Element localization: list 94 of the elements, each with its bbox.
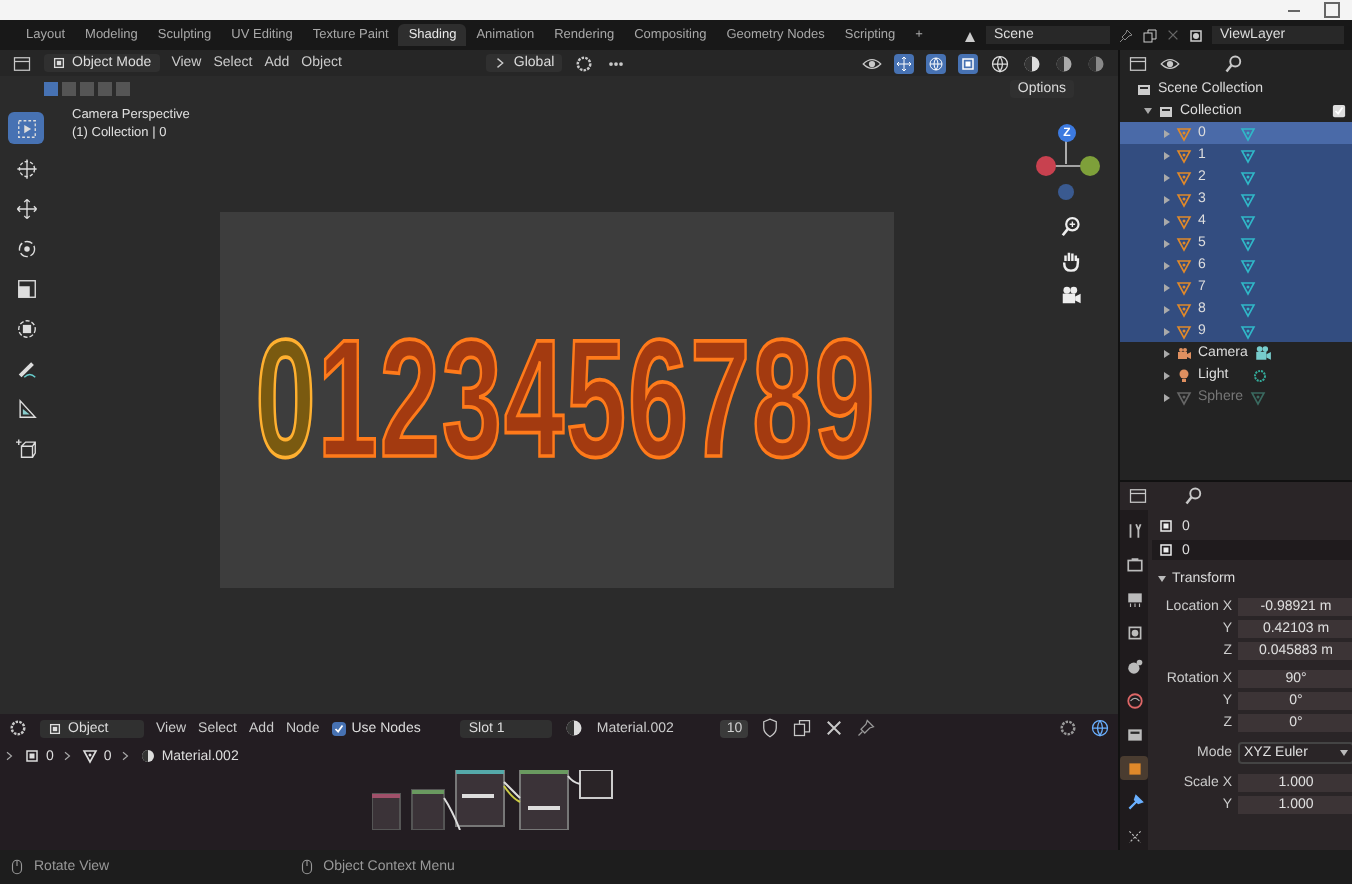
rotate-icon [15,237,37,259]
fake-user-icon [760,718,781,738]
tool-icon [1125,521,1143,539]
chevron-icon [4,750,16,762]
mesh-icon [1176,213,1192,229]
mesh-data-icon [1240,279,1256,295]
object-icon [52,56,66,70]
scale-icon [15,277,37,299]
select-tool[interactable] [8,112,44,144]
collection-icon [1136,81,1152,97]
duplicate-icon [792,718,813,738]
expand-arrow[interactable] [1144,108,1152,114]
object-icon [1125,759,1143,777]
mesh-icon [1176,125,1192,141]
mesh-data-icon [1240,235,1256,251]
mesh-data-icon [1240,125,1256,141]
zoom-icon [1059,216,1081,238]
mesh-data-icon [1240,147,1256,163]
light-icon [1176,367,1192,383]
view-layer-icon [1125,623,1143,641]
wireframe-shading-icon [990,53,1010,73]
pivot-icon [574,53,595,73]
material-shading-icon [1054,53,1074,73]
chevron-icon [61,750,74,762]
mesh-icon [1176,147,1192,163]
overlay-icon [1090,718,1110,738]
chevron-icon [119,750,132,762]
search-icon [1224,54,1244,74]
check-icon [331,721,346,735]
scene-icon [1125,657,1143,675]
collection-icon [1125,725,1143,743]
mouse-icon [297,858,316,876]
camera-data-icon [1253,344,1272,362]
mesh-data-icon [1249,389,1266,405]
pin-icon [1118,27,1134,43]
search-icon [1184,486,1204,506]
filter-icon [1160,54,1180,74]
object-icon [48,721,62,735]
close-icon [824,718,845,738]
mesh-icon [1176,279,1192,295]
gizmo-toggle[interactable] [894,53,914,73]
mesh-icon [1176,323,1192,339]
render-icon [1125,555,1143,573]
solid-shading-icon [1022,53,1042,73]
gizmo-icon [896,55,912,71]
mesh-data-icon [1240,323,1256,339]
mesh-icon [1176,389,1192,405]
modifier-icon [1125,793,1143,811]
mesh-data-icon [1240,301,1256,317]
select-icon [15,117,37,139]
mesh-icon [1176,301,1192,317]
mesh-icon [1176,257,1192,273]
maximize-button[interactable] [1324,2,1340,18]
hand-icon [1059,250,1081,272]
object-icon [1158,542,1174,558]
measure-icon [15,397,37,419]
xray-icon [960,55,976,71]
particles-icon [1125,827,1143,845]
object-tab[interactable] [1120,756,1148,780]
object-icon [24,748,40,764]
close-icon [1166,28,1180,42]
annotate-icon [15,357,37,379]
rendered-shading-icon [1086,53,1106,73]
mesh-icon [81,748,98,764]
move-icon [15,197,37,219]
add-cube-icon [15,437,37,459]
object-icon [1158,518,1174,534]
material-icon [139,748,156,764]
camera-icon [1176,345,1192,361]
new-scene-icon [1142,27,1158,43]
overlay-icon [928,55,944,71]
material-icon [564,718,585,738]
pin-icon [856,718,877,738]
output-icon [1125,589,1143,607]
mouse-icon [8,858,26,876]
collection-icon [1158,103,1174,119]
visibility-icon [862,53,882,73]
mesh-icon [1176,191,1192,207]
transform-icon [15,317,37,339]
view-layer-icon [1188,27,1204,43]
mesh-data-icon [1240,257,1256,273]
mesh-data-icon [1240,169,1256,185]
display-mode-icon [1128,54,1148,74]
mesh-data-icon [1240,213,1256,229]
checkbox-icon [1332,104,1346,118]
scene-icon [962,27,978,43]
mesh-data-icon [1240,191,1256,207]
cursor-icon [15,157,37,179]
world-icon [1125,691,1143,709]
mesh-icon [1176,235,1192,251]
xray-toggle[interactable] [958,53,978,73]
overlay-toggle[interactable] [926,53,946,73]
mesh-icon [1176,169,1192,185]
camera-icon [1059,284,1081,306]
